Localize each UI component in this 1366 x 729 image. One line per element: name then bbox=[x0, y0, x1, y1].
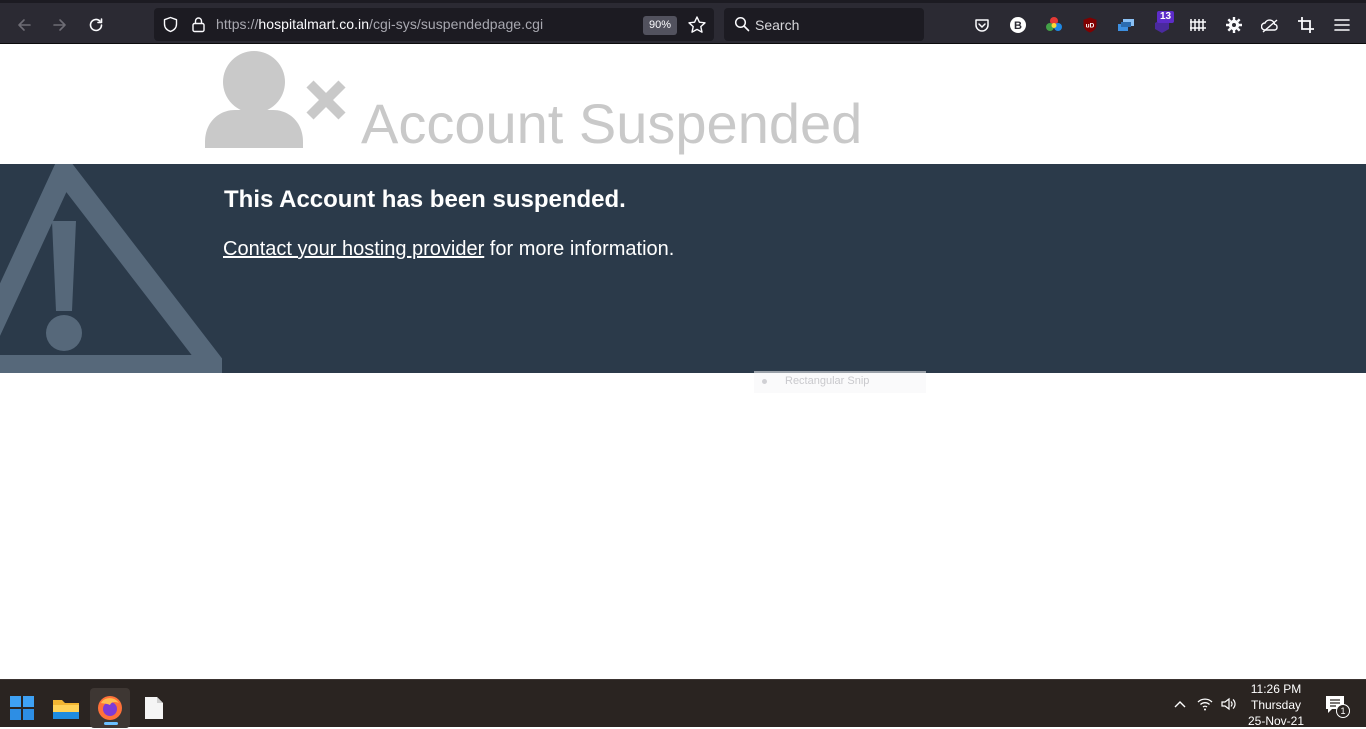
user-suspended-icon bbox=[205, 51, 346, 148]
svg-text:B: B bbox=[1014, 20, 1022, 32]
system-clock[interactable]: 11:26 PM Thursday 25-Nov-21 bbox=[1240, 681, 1312, 729]
wifi-icon bbox=[1197, 698, 1213, 711]
contact-message-suffix: for more information. bbox=[484, 238, 675, 260]
network-button[interactable] bbox=[1196, 695, 1214, 713]
tab-manager-button[interactable] bbox=[1117, 16, 1135, 34]
active-app-indicator bbox=[104, 722, 118, 725]
grid-icon bbox=[1190, 19, 1206, 31]
tab-manager-icon bbox=[1118, 19, 1134, 31]
suspension-message-title: This Account has been suspended. bbox=[224, 186, 626, 213]
app-menu-button[interactable] bbox=[1333, 16, 1351, 34]
notification-count-badge: 1 bbox=[1336, 704, 1350, 718]
speaker-icon bbox=[1221, 697, 1236, 711]
extension-count-badge: 13 bbox=[1157, 11, 1174, 23]
url-bar[interactable]: https://hospitalmart.co.in/cgi-sys/suspe… bbox=[154, 8, 714, 41]
search-icon bbox=[734, 16, 750, 32]
grid-button[interactable] bbox=[1189, 16, 1207, 34]
snip-overlay-hint: Rectangular Snip bbox=[754, 371, 926, 393]
url-path: /cgi-sys/suspendedpage.cgi bbox=[369, 16, 544, 32]
shield-icon[interactable] bbox=[162, 16, 179, 33]
reload-button[interactable] bbox=[82, 11, 110, 39]
pocket-button[interactable] bbox=[973, 16, 991, 34]
color-picker-button[interactable] bbox=[1045, 16, 1063, 34]
reload-icon bbox=[89, 18, 103, 32]
snip-label: Rectangular Snip bbox=[785, 375, 870, 387]
tray-overflow-button[interactable] bbox=[1171, 695, 1189, 713]
pocket-icon bbox=[975, 19, 989, 32]
chevron-up-icon bbox=[1174, 701, 1186, 708]
browser-toolbar: https://hospitalmart.co.in/cgi-sys/suspe… bbox=[0, 0, 1366, 44]
taskbar: 11:26 PM Thursday 25-Nov-21 1 bbox=[0, 679, 1366, 729]
warning-icon bbox=[0, 164, 222, 373]
search-bar[interactable]: Search bbox=[724, 8, 924, 41]
screenshot-button[interactable] bbox=[1297, 16, 1315, 34]
star-icon[interactable] bbox=[687, 15, 707, 35]
windows-start-icon bbox=[10, 696, 34, 720]
suspended-banner: This Account has been suspended. Contact… bbox=[0, 164, 1366, 373]
notepad-button[interactable] bbox=[134, 688, 174, 728]
notepad-icon bbox=[145, 697, 163, 719]
firefox-icon bbox=[98, 696, 122, 720]
back-button[interactable] bbox=[10, 11, 38, 39]
cloud-extension-icon bbox=[1261, 19, 1278, 33]
bitwarden-icon: B bbox=[1010, 17, 1026, 33]
web-page: Account Suspended This Account has been … bbox=[0, 44, 1366, 679]
forward-button[interactable] bbox=[46, 11, 74, 39]
crop-icon bbox=[1298, 17, 1314, 33]
file-explorer-button[interactable] bbox=[46, 688, 86, 728]
url-host: https://hospitalmart.co.in bbox=[216, 16, 370, 32]
lock-icon[interactable] bbox=[190, 16, 207, 33]
hamburger-menu-icon bbox=[1334, 19, 1350, 31]
ublock-button[interactable]: uD bbox=[1081, 16, 1099, 34]
bitwarden-button[interactable]: B bbox=[1009, 16, 1027, 34]
ublock-icon: uD bbox=[1083, 17, 1097, 33]
clock-day: Thursday bbox=[1250, 698, 1302, 712]
color-picker-icon bbox=[1046, 17, 1062, 31]
gear-icon bbox=[1226, 17, 1242, 33]
back-icon bbox=[18, 19, 31, 31]
settings-button[interactable] bbox=[1225, 16, 1243, 34]
start-button[interactable] bbox=[2, 688, 42, 728]
svg-text:uD: uD bbox=[1086, 23, 1095, 30]
forward-icon bbox=[53, 19, 66, 31]
volume-button[interactable] bbox=[1219, 695, 1237, 713]
file-explorer-icon bbox=[53, 700, 79, 719]
contact-message: Contact your hosting provider for more i… bbox=[223, 238, 674, 261]
zoom-level-badge[interactable]: 90% bbox=[643, 16, 678, 35]
search-placeholder: Search bbox=[755, 17, 800, 33]
cloud-extension-button[interactable] bbox=[1261, 16, 1279, 34]
clock-time: 11:26 PM bbox=[1250, 682, 1302, 696]
url-text[interactable]: https://hospitalmart.co.in/cgi-sys/suspe… bbox=[216, 16, 543, 32]
page-heading: Account Suspended bbox=[361, 92, 863, 155]
contact-hosting-link[interactable]: Contact your hosting provider bbox=[223, 238, 484, 260]
snip-dot-icon bbox=[762, 379, 767, 384]
